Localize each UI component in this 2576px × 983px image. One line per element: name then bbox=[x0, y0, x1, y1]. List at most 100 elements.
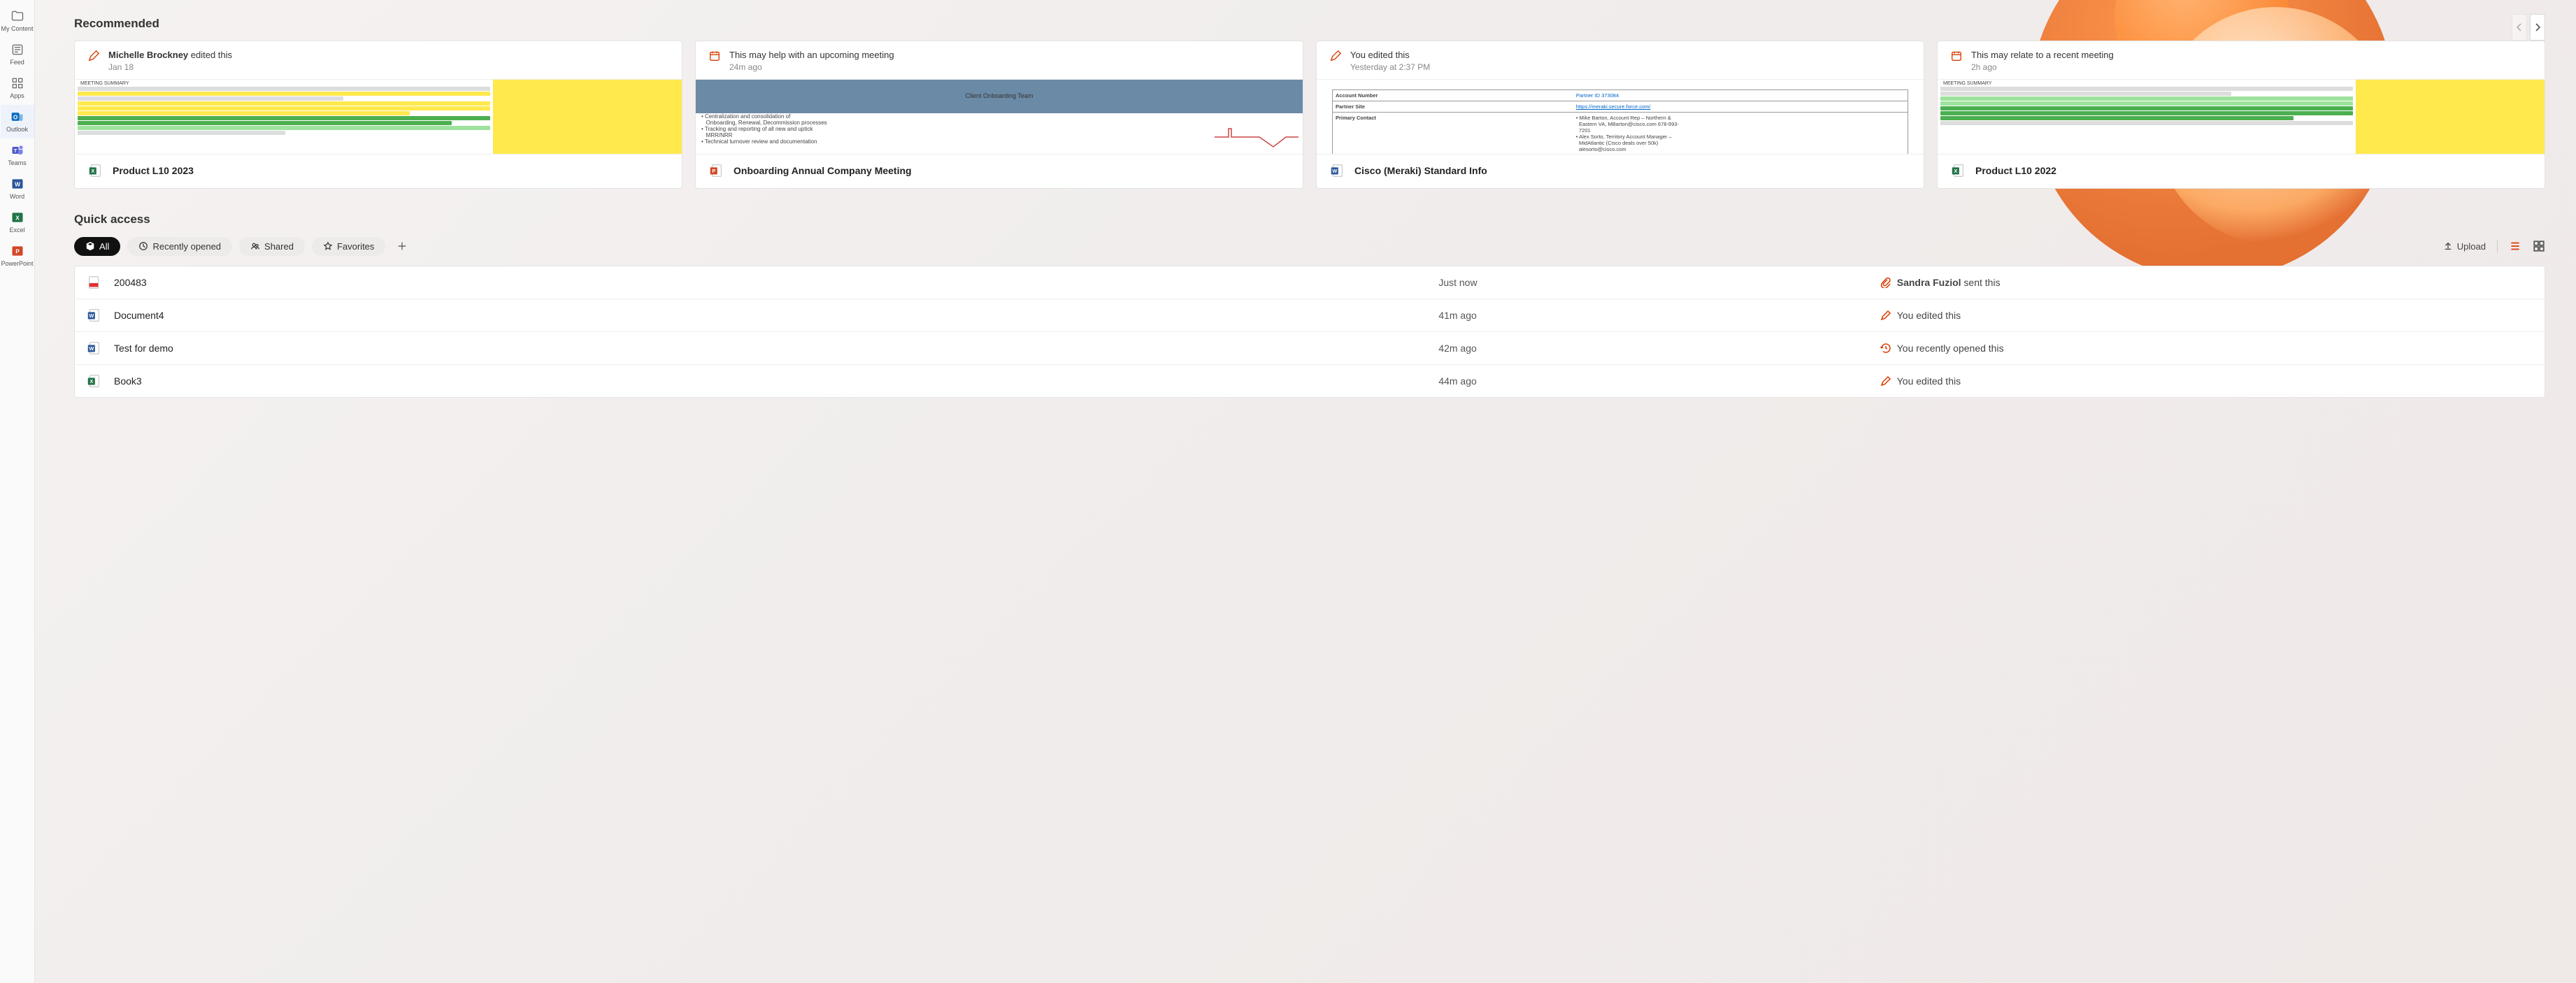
excel-icon: X bbox=[87, 163, 103, 178]
powerpoint-icon: P bbox=[10, 243, 25, 259]
people-icon bbox=[250, 241, 260, 251]
file-name: Test for demo bbox=[114, 343, 1438, 354]
recommended-heading: Recommended bbox=[74, 17, 2545, 31]
file-activity: You recently opened this bbox=[1880, 343, 2536, 354]
rec-when: 24m ago bbox=[729, 62, 894, 72]
rail-label: Excel bbox=[9, 227, 24, 234]
rec-reason: You edited this bbox=[1350, 50, 1430, 61]
pencil-icon bbox=[1880, 375, 1891, 387]
pencil-icon bbox=[87, 50, 100, 62]
rec-thumbnail: MEETING SUMMARY bbox=[1938, 79, 2545, 155]
svg-text:X: X bbox=[91, 168, 94, 174]
calendar-icon bbox=[708, 50, 721, 62]
add-filter-button[interactable] bbox=[392, 236, 412, 256]
file-activity: Sandra Fuziol sent this bbox=[1880, 277, 2536, 288]
rec-title: Cisco (Meraki) Standard Info bbox=[1354, 165, 1487, 176]
rail-apps[interactable]: Apps bbox=[1, 71, 34, 105]
rec-thumbnail: Client Onboarding Team • Centralization … bbox=[696, 79, 1303, 155]
rec-prev-button[interactable] bbox=[2512, 14, 2527, 41]
excel-icon: X bbox=[1950, 163, 1966, 178]
rec-title: Product L10 2022 bbox=[1975, 165, 2056, 176]
pdf-icon bbox=[86, 275, 101, 290]
file-when: 42m ago bbox=[1438, 343, 1880, 354]
rail-teams[interactable]: T Teams bbox=[1, 138, 34, 172]
file-row[interactable]: X Book3 44m ago You edited this bbox=[75, 365, 2545, 397]
rail-word[interactable]: W Word bbox=[1, 172, 34, 206]
rail-label: Feed bbox=[10, 59, 24, 66]
word-icon: W bbox=[10, 176, 25, 192]
teams-icon: T bbox=[10, 143, 25, 158]
file-row[interactable]: W Document4 41m ago You edited this bbox=[75, 299, 2545, 332]
filter-favorites[interactable]: Favorites bbox=[312, 237, 385, 256]
grid-view-button[interactable] bbox=[2533, 240, 2545, 252]
rec-thumbnail: MEETING SUMMARY bbox=[75, 79, 682, 155]
recommended-card[interactable]: Michelle Brockney edited this Jan 18 MEE… bbox=[74, 41, 682, 189]
cube-icon bbox=[85, 241, 95, 251]
word-icon: W bbox=[86, 308, 101, 323]
rec-title: Onboarding Annual Company Meeting bbox=[734, 165, 912, 176]
word-icon: W bbox=[86, 340, 101, 356]
recent-icon bbox=[1880, 343, 1891, 354]
file-when: Just now bbox=[1438, 277, 1880, 288]
svg-text:W: W bbox=[89, 313, 94, 319]
svg-text:T: T bbox=[13, 148, 17, 154]
file-name: Document4 bbox=[114, 310, 1438, 321]
rec-thumbnail: Account NumberPartner ID 373084 Partner … bbox=[1317, 79, 1924, 155]
separator bbox=[2497, 240, 2498, 252]
file-row[interactable]: 200483 Just now Sandra Fuziol sent this bbox=[75, 266, 2545, 299]
excel-icon: X bbox=[86, 373, 101, 389]
recommended-card[interactable]: You edited this Yesterday at 2:37 PM Acc… bbox=[1316, 41, 1924, 189]
rec-reason: Michelle Brockney edited this bbox=[108, 50, 232, 61]
calendar-icon bbox=[1950, 50, 1963, 62]
pencil-icon bbox=[1880, 310, 1891, 321]
svg-text:X: X bbox=[1954, 168, 1957, 174]
rail-label: My Content bbox=[1, 25, 33, 32]
filter-recently-opened[interactable]: Recently opened bbox=[127, 237, 232, 256]
main-pane: Recommended Michelle Brockney edited thi… bbox=[35, 0, 2576, 983]
attach-icon bbox=[1880, 277, 1891, 288]
recommended-row: Michelle Brockney edited this Jan 18 MEE… bbox=[74, 41, 2545, 189]
rec-title: Product L10 2023 bbox=[113, 165, 194, 176]
rail-label: Outlook bbox=[6, 126, 28, 133]
svg-text:W: W bbox=[1332, 168, 1337, 174]
quick-access-heading: Quick access bbox=[74, 213, 2545, 227]
apps-icon bbox=[10, 76, 25, 91]
outlook-icon: O bbox=[10, 109, 25, 124]
rail-feed[interactable]: Feed bbox=[1, 38, 34, 71]
rail-my-content[interactable]: My Content bbox=[1, 4, 34, 38]
filter-shared[interactable]: Shared bbox=[239, 237, 305, 256]
rec-next-button[interactable] bbox=[2530, 14, 2545, 41]
word-icon: W bbox=[1329, 163, 1345, 178]
rec-when: 2h ago bbox=[1971, 62, 2114, 72]
rail-label: Word bbox=[10, 193, 24, 200]
powerpoint-icon: P bbox=[708, 163, 724, 178]
star-icon bbox=[323, 241, 333, 251]
upload-button[interactable]: Upload bbox=[2443, 241, 2486, 252]
rail-label: Teams bbox=[8, 159, 27, 166]
rec-when: Jan 18 bbox=[108, 62, 232, 72]
svg-text:X: X bbox=[15, 214, 20, 221]
feed-icon bbox=[10, 42, 25, 57]
file-activity: You edited this bbox=[1880, 375, 2536, 387]
svg-text:O: O bbox=[13, 113, 17, 120]
file-activity: You edited this bbox=[1880, 310, 2536, 321]
recommended-nav bbox=[2512, 14, 2545, 41]
app-rail: My Content Feed Apps O Outlook T Teams W… bbox=[0, 0, 35, 983]
svg-text:P: P bbox=[712, 168, 715, 174]
folder-icon bbox=[10, 8, 25, 24]
file-when: 44m ago bbox=[1438, 375, 1880, 387]
recommended-card[interactable]: This may help with an upcoming meeting 2… bbox=[695, 41, 1303, 189]
recommended-card[interactable]: This may relate to a recent meeting 2h a… bbox=[1937, 41, 2545, 189]
rail-label: PowerPoint bbox=[1, 260, 33, 267]
filter-all[interactable]: All bbox=[74, 237, 120, 256]
rail-outlook[interactable]: O Outlook bbox=[1, 105, 34, 138]
file-name: Book3 bbox=[114, 375, 1438, 387]
svg-text:P: P bbox=[15, 247, 20, 254]
rail-excel[interactable]: X Excel bbox=[1, 206, 34, 239]
file-when: 41m ago bbox=[1438, 310, 1880, 321]
list-view-button[interactable] bbox=[2509, 240, 2521, 252]
file-row[interactable]: W Test for demo 42m ago You recently ope… bbox=[75, 332, 2545, 365]
rail-powerpoint[interactable]: P PowerPoint bbox=[1, 239, 34, 273]
svg-text:X: X bbox=[90, 378, 93, 385]
pencil-icon bbox=[1329, 50, 1342, 62]
